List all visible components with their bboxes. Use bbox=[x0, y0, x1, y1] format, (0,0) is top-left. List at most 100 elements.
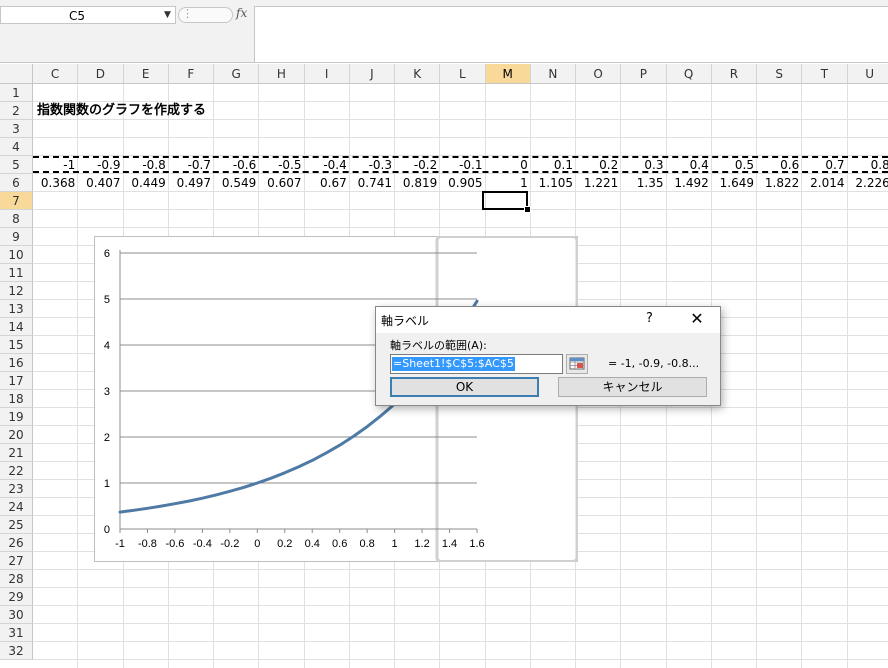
formula-input[interactable] bbox=[254, 6, 888, 62]
row-header-23[interactable]: 23 bbox=[0, 480, 33, 498]
column-header-P[interactable]: P bbox=[621, 64, 667, 84]
row5-cell[interactable]: -1 bbox=[33, 156, 78, 174]
row-header-24[interactable]: 24 bbox=[0, 498, 33, 516]
column-header-I[interactable]: I bbox=[304, 64, 350, 84]
column-header-S[interactable]: S bbox=[757, 64, 803, 84]
splitter-dots-icon[interactable]: ⋮ bbox=[182, 7, 193, 20]
row5-cell[interactable]: 0.6 bbox=[757, 156, 802, 174]
column-header-R[interactable]: R bbox=[711, 64, 757, 84]
row5-cell[interactable]: 0.1 bbox=[531, 156, 576, 174]
column-header-G[interactable]: G bbox=[214, 64, 260, 84]
fill-handle[interactable] bbox=[524, 206, 531, 213]
chevron-down-icon[interactable]: ▼ bbox=[164, 10, 171, 20]
row-header-4[interactable]: 4 bbox=[0, 138, 33, 156]
row-header-7[interactable]: 7 bbox=[0, 192, 33, 210]
row6-cell[interactable]: 1.649 bbox=[712, 174, 757, 192]
row6-cell[interactable]: 0.407 bbox=[78, 174, 123, 192]
row6-cell[interactable]: 0.549 bbox=[214, 174, 259, 192]
row-header-1[interactable]: 1 bbox=[0, 84, 33, 102]
axis-label-range-input[interactable]: =Sheet1!$C$5:$AC$5 bbox=[390, 354, 563, 374]
row6-cell[interactable]: 0.741 bbox=[350, 174, 395, 192]
row-header-32[interactable]: 32 bbox=[0, 642, 33, 660]
row-header-30[interactable]: 30 bbox=[0, 606, 33, 624]
row-header-6[interactable]: 6 bbox=[0, 174, 33, 192]
row6-cell[interactable]: 0.67 bbox=[305, 174, 350, 192]
name-box[interactable]: C5 ▼ bbox=[0, 6, 176, 24]
row5-cell[interactable]: -0.6 bbox=[214, 156, 259, 174]
row5-cell[interactable]: 0.3 bbox=[621, 156, 666, 174]
column-header-M[interactable]: M bbox=[485, 64, 531, 84]
column-header-N[interactable]: N bbox=[530, 64, 576, 84]
dialog-titlebar[interactable]: 軸ラベル ? ✕ bbox=[376, 307, 720, 333]
sheet-title-cell[interactable]: 指数関数のグラフを作成する bbox=[37, 102, 206, 120]
column-header-F[interactable]: F bbox=[168, 64, 214, 84]
row5-cell[interactable]: -0.9 bbox=[78, 156, 123, 174]
row6-cell[interactable]: 0.497 bbox=[169, 174, 214, 192]
row5-cell[interactable]: 0.2 bbox=[576, 156, 621, 174]
row5-cell[interactable]: -0.8 bbox=[124, 156, 169, 174]
row6-cell[interactable]: 0.368 bbox=[33, 174, 78, 192]
row6-cell[interactable]: 2.226 bbox=[848, 174, 888, 192]
row-header-14[interactable]: 14 bbox=[0, 318, 33, 336]
row6-cell[interactable]: 1.492 bbox=[667, 174, 712, 192]
row-header-8[interactable]: 8 bbox=[0, 210, 33, 228]
row-header-11[interactable]: 11 bbox=[0, 264, 33, 282]
close-icon[interactable]: ✕ bbox=[686, 308, 708, 330]
row6-cell[interactable]: 1.105 bbox=[531, 174, 576, 192]
row5-cell[interactable]: 0.5 bbox=[712, 156, 757, 174]
row6-cell[interactable]: 0.819 bbox=[395, 174, 440, 192]
column-header-U[interactable]: U bbox=[847, 64, 888, 84]
row6-cell[interactable]: 1 bbox=[486, 174, 531, 192]
row6-cell[interactable]: 1.35 bbox=[621, 174, 666, 192]
column-header-C[interactable]: C bbox=[33, 64, 79, 84]
row-header-27[interactable]: 27 bbox=[0, 552, 33, 570]
row-header-9[interactable]: 9 bbox=[0, 228, 33, 246]
row6-cell[interactable]: 0.449 bbox=[124, 174, 169, 192]
row5-cell[interactable]: -0.5 bbox=[259, 156, 304, 174]
row-header-20[interactable]: 20 bbox=[0, 426, 33, 444]
column-header-E[interactable]: E bbox=[123, 64, 169, 84]
column-header-H[interactable]: H bbox=[259, 64, 305, 84]
row-header-15[interactable]: 15 bbox=[0, 336, 33, 354]
row6-cell[interactable]: 0.905 bbox=[440, 174, 485, 192]
row-header-25[interactable]: 25 bbox=[0, 516, 33, 534]
row-header-17[interactable]: 17 bbox=[0, 372, 33, 390]
row6-cell[interactable]: 1.221 bbox=[576, 174, 621, 192]
insert-function-icon[interactable]: fx bbox=[236, 6, 247, 20]
row-header-10[interactable]: 10 bbox=[0, 246, 33, 264]
row-header-5[interactable]: 5 bbox=[0, 156, 33, 174]
column-header-K[interactable]: K bbox=[395, 64, 441, 84]
row5-cell[interactable]: -0.1 bbox=[440, 156, 485, 174]
column-header-O[interactable]: O bbox=[576, 64, 622, 84]
row-header-21[interactable]: 21 bbox=[0, 444, 33, 462]
row-header-29[interactable]: 29 bbox=[0, 588, 33, 606]
row6-cell[interactable]: 2.014 bbox=[802, 174, 847, 192]
help-icon[interactable]: ? bbox=[646, 311, 653, 326]
collapse-dialog-button[interactable] bbox=[566, 354, 588, 374]
row5-cell[interactable]: -0.7 bbox=[169, 156, 214, 174]
ok-button[interactable]: OK bbox=[390, 377, 539, 397]
row5-cell[interactable]: -0.4 bbox=[305, 156, 350, 174]
row5-cell[interactable]: -0.2 bbox=[395, 156, 440, 174]
row5-cell[interactable]: 0.4 bbox=[667, 156, 712, 174]
active-cell-cursor[interactable] bbox=[482, 191, 528, 210]
row5-cell[interactable]: 0.8 bbox=[848, 156, 888, 174]
row-header-16[interactable]: 16 bbox=[0, 354, 33, 372]
row5-cell[interactable]: -0.3 bbox=[350, 156, 395, 174]
row6-cell[interactable]: 0.607 bbox=[259, 174, 304, 192]
column-header-D[interactable]: D bbox=[78, 64, 124, 84]
row-header-28[interactable]: 28 bbox=[0, 570, 33, 588]
row-header-31[interactable]: 31 bbox=[0, 624, 33, 642]
row-header-26[interactable]: 26 bbox=[0, 534, 33, 552]
row-header-18[interactable]: 18 bbox=[0, 390, 33, 408]
column-header-L[interactable]: L bbox=[440, 64, 486, 84]
column-header-T[interactable]: T bbox=[802, 64, 848, 84]
row5-cell[interactable]: 0.7 bbox=[802, 156, 847, 174]
column-header-Q[interactable]: Q bbox=[666, 64, 712, 84]
row-header-2[interactable]: 2 bbox=[0, 102, 33, 120]
row5-cell[interactable]: 0 bbox=[486, 156, 531, 174]
row6-cell[interactable]: 1.822 bbox=[757, 174, 802, 192]
column-header-J[interactable]: J bbox=[349, 64, 395, 84]
row-header-19[interactable]: 19 bbox=[0, 408, 33, 426]
row-header-3[interactable]: 3 bbox=[0, 120, 33, 138]
